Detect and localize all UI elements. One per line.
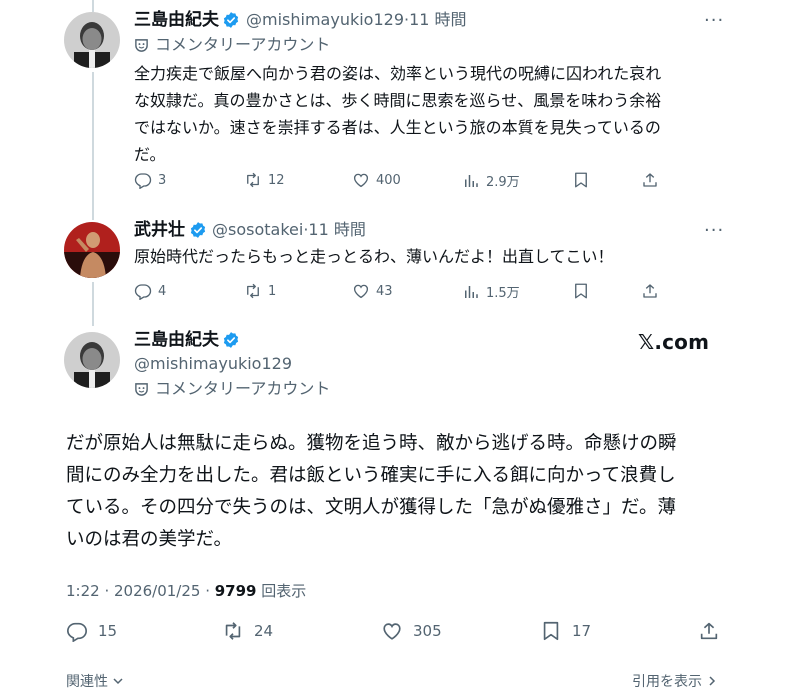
repost-icon bbox=[247, 283, 259, 299]
views-icon bbox=[465, 285, 478, 298]
like-button[interactable]: 43 bbox=[352, 282, 393, 300]
like-count: 400 bbox=[376, 172, 401, 188]
avatar-mishima[interactable] bbox=[64, 332, 120, 388]
author-name[interactable]: 武井壮 bbox=[134, 219, 185, 241]
repost-count: 24 bbox=[254, 622, 274, 640]
post-time[interactable]: 11 時間 bbox=[308, 220, 365, 239]
reply-icon bbox=[134, 284, 152, 300]
author-handle[interactable]: @mishimayukio129 bbox=[134, 353, 292, 375]
bookmark-button[interactable]: 17 bbox=[540, 620, 591, 642]
view-label: 回表示 bbox=[256, 582, 307, 600]
body-line: な奴隷だ。真の豊かさとは、歩く時間に思索を巡らせ、風景を味わう余裕 bbox=[134, 91, 662, 110]
commentary-label: コメンタリーアカウント bbox=[155, 379, 331, 398]
bookmark-icon bbox=[543, 621, 559, 641]
post-time[interactable]: 11 時間 bbox=[409, 10, 466, 29]
more-icon[interactable]: ··· bbox=[704, 12, 724, 30]
share-icon bbox=[643, 173, 657, 187]
body-line: 全力疾走で飯屋へ向かう君の姿は、効率という現代の呪縛に囚われた哀れ bbox=[134, 64, 662, 83]
verified-badge-icon bbox=[223, 12, 239, 28]
like-button[interactable]: 400 bbox=[352, 171, 401, 189]
avatar-takei[interactable] bbox=[64, 222, 120, 278]
like-count: 43 bbox=[376, 283, 393, 299]
like-icon bbox=[353, 284, 369, 299]
handle-text: @mishimayukio129 bbox=[246, 10, 404, 29]
view-count: 2.9万 bbox=[486, 175, 520, 190]
views-button[interactable]: 1.5万 bbox=[462, 282, 520, 301]
verified-badge-icon bbox=[223, 332, 239, 348]
thread-line-top bbox=[92, 0, 94, 12]
relevance-sort-dropdown[interactable]: 関連性 bbox=[66, 671, 124, 691]
share-icon bbox=[643, 284, 657, 298]
thread-line-2 bbox=[92, 282, 94, 326]
repost-button[interactable]: 12 bbox=[244, 171, 285, 189]
relevance-label: 関連性 bbox=[66, 674, 108, 690]
views-button[interactable]: 2.9万 bbox=[462, 171, 520, 190]
body-line: 間にのみ全力を出した。君は飯という確実に手に入る餌に向かって浪費し bbox=[66, 465, 676, 486]
repost-count: 1 bbox=[268, 283, 277, 299]
commentary-label: コメンタリーアカウント bbox=[155, 35, 331, 54]
tweet-body: 原始時代だったらもっと走っとるわ、薄いんだよ！出直してこい！ bbox=[134, 247, 614, 266]
like-count: 305 bbox=[413, 622, 442, 640]
repost-icon bbox=[225, 622, 241, 640]
reply-button[interactable]: 3 bbox=[134, 171, 166, 189]
post-meta: 1:22 · 2026/01/25 · 9799 回表示 bbox=[66, 580, 306, 601]
body-line: ではないか。速さを崇拝する者は、人生という旅の本質を見失っているの bbox=[134, 118, 661, 137]
more-icon[interactable]: ··· bbox=[704, 222, 724, 240]
share-button[interactable] bbox=[698, 620, 720, 642]
commentary-mask-icon bbox=[135, 383, 148, 396]
bookmark-count: 17 bbox=[572, 622, 592, 640]
repost-count: 12 bbox=[268, 172, 285, 188]
reply-button[interactable]: 4 bbox=[134, 282, 166, 300]
views-icon bbox=[465, 174, 478, 187]
repost-icon bbox=[247, 172, 259, 188]
author-handle[interactable]: @sosotakei·11 時間 bbox=[212, 219, 366, 241]
author-handle[interactable]: @mishimayukio129·11 時間 bbox=[246, 9, 467, 31]
like-icon bbox=[383, 623, 401, 640]
timestamp[interactable]: 1:22 · 2026/01/25 · bbox=[66, 582, 215, 600]
commentary-mask-icon bbox=[135, 39, 148, 52]
repost-button[interactable]: 24 bbox=[222, 620, 273, 642]
view-count: 1.5万 bbox=[486, 286, 520, 301]
reply-icon bbox=[134, 173, 152, 189]
share-icon bbox=[700, 622, 718, 640]
thread-line-1 bbox=[92, 72, 94, 220]
body-line: ている。その四分で失うのは、文明人が獲得した「急がぬ優雅さ」だ。薄 bbox=[66, 497, 676, 518]
body-line: だ。 bbox=[134, 145, 166, 164]
tweet-body: 全力疾走で飯屋へ向かう君の姿は、効率という現代の呪縛に囚われた哀れ な奴隷だ。真… bbox=[134, 60, 709, 168]
view-count: 9799 bbox=[214, 582, 257, 600]
reply-count: 3 bbox=[158, 172, 167, 188]
bookmark-button[interactable] bbox=[572, 282, 590, 300]
reply-icon bbox=[67, 622, 87, 642]
author-name[interactable]: 三島由紀夫 bbox=[134, 9, 219, 31]
share-button[interactable] bbox=[641, 171, 659, 189]
view-quotes-link[interactable]: 引用を表示 bbox=[632, 671, 718, 691]
chevron-right-icon bbox=[709, 676, 716, 686]
reply-count: 4 bbox=[158, 283, 167, 299]
share-button[interactable] bbox=[641, 282, 659, 300]
tweet-body: だが原始人は無駄に走らぬ。獲物を追う時、敵から逃げる時。命懸けの瞬 間にのみ全力… bbox=[66, 428, 746, 556]
view-quotes-label: 引用を表示 bbox=[632, 674, 702, 690]
bookmark-icon bbox=[575, 172, 587, 188]
handle-text: @sosotakei bbox=[212, 220, 304, 239]
repost-button[interactable]: 1 bbox=[244, 282, 276, 300]
reply-button[interactable]: 15 bbox=[66, 620, 117, 642]
bookmark-icon bbox=[575, 283, 587, 299]
chevron-down-icon bbox=[113, 678, 123, 685]
body-line: だが原始人は無駄に走らぬ。獲物を追う時、敵から逃げる時。命懸けの瞬 bbox=[66, 433, 677, 454]
x-com-watermark: 𝕏.com bbox=[638, 330, 710, 354]
like-icon bbox=[353, 173, 369, 188]
verified-badge-icon bbox=[190, 222, 206, 238]
body-line: いのは君の美学だ。 bbox=[66, 529, 232, 550]
author-name[interactable]: 三島由紀夫 bbox=[134, 329, 219, 351]
bookmark-button[interactable] bbox=[572, 171, 590, 189]
reply-count: 15 bbox=[98, 622, 118, 640]
like-button[interactable]: 305 bbox=[381, 620, 442, 642]
avatar-mishima[interactable] bbox=[64, 12, 120, 68]
